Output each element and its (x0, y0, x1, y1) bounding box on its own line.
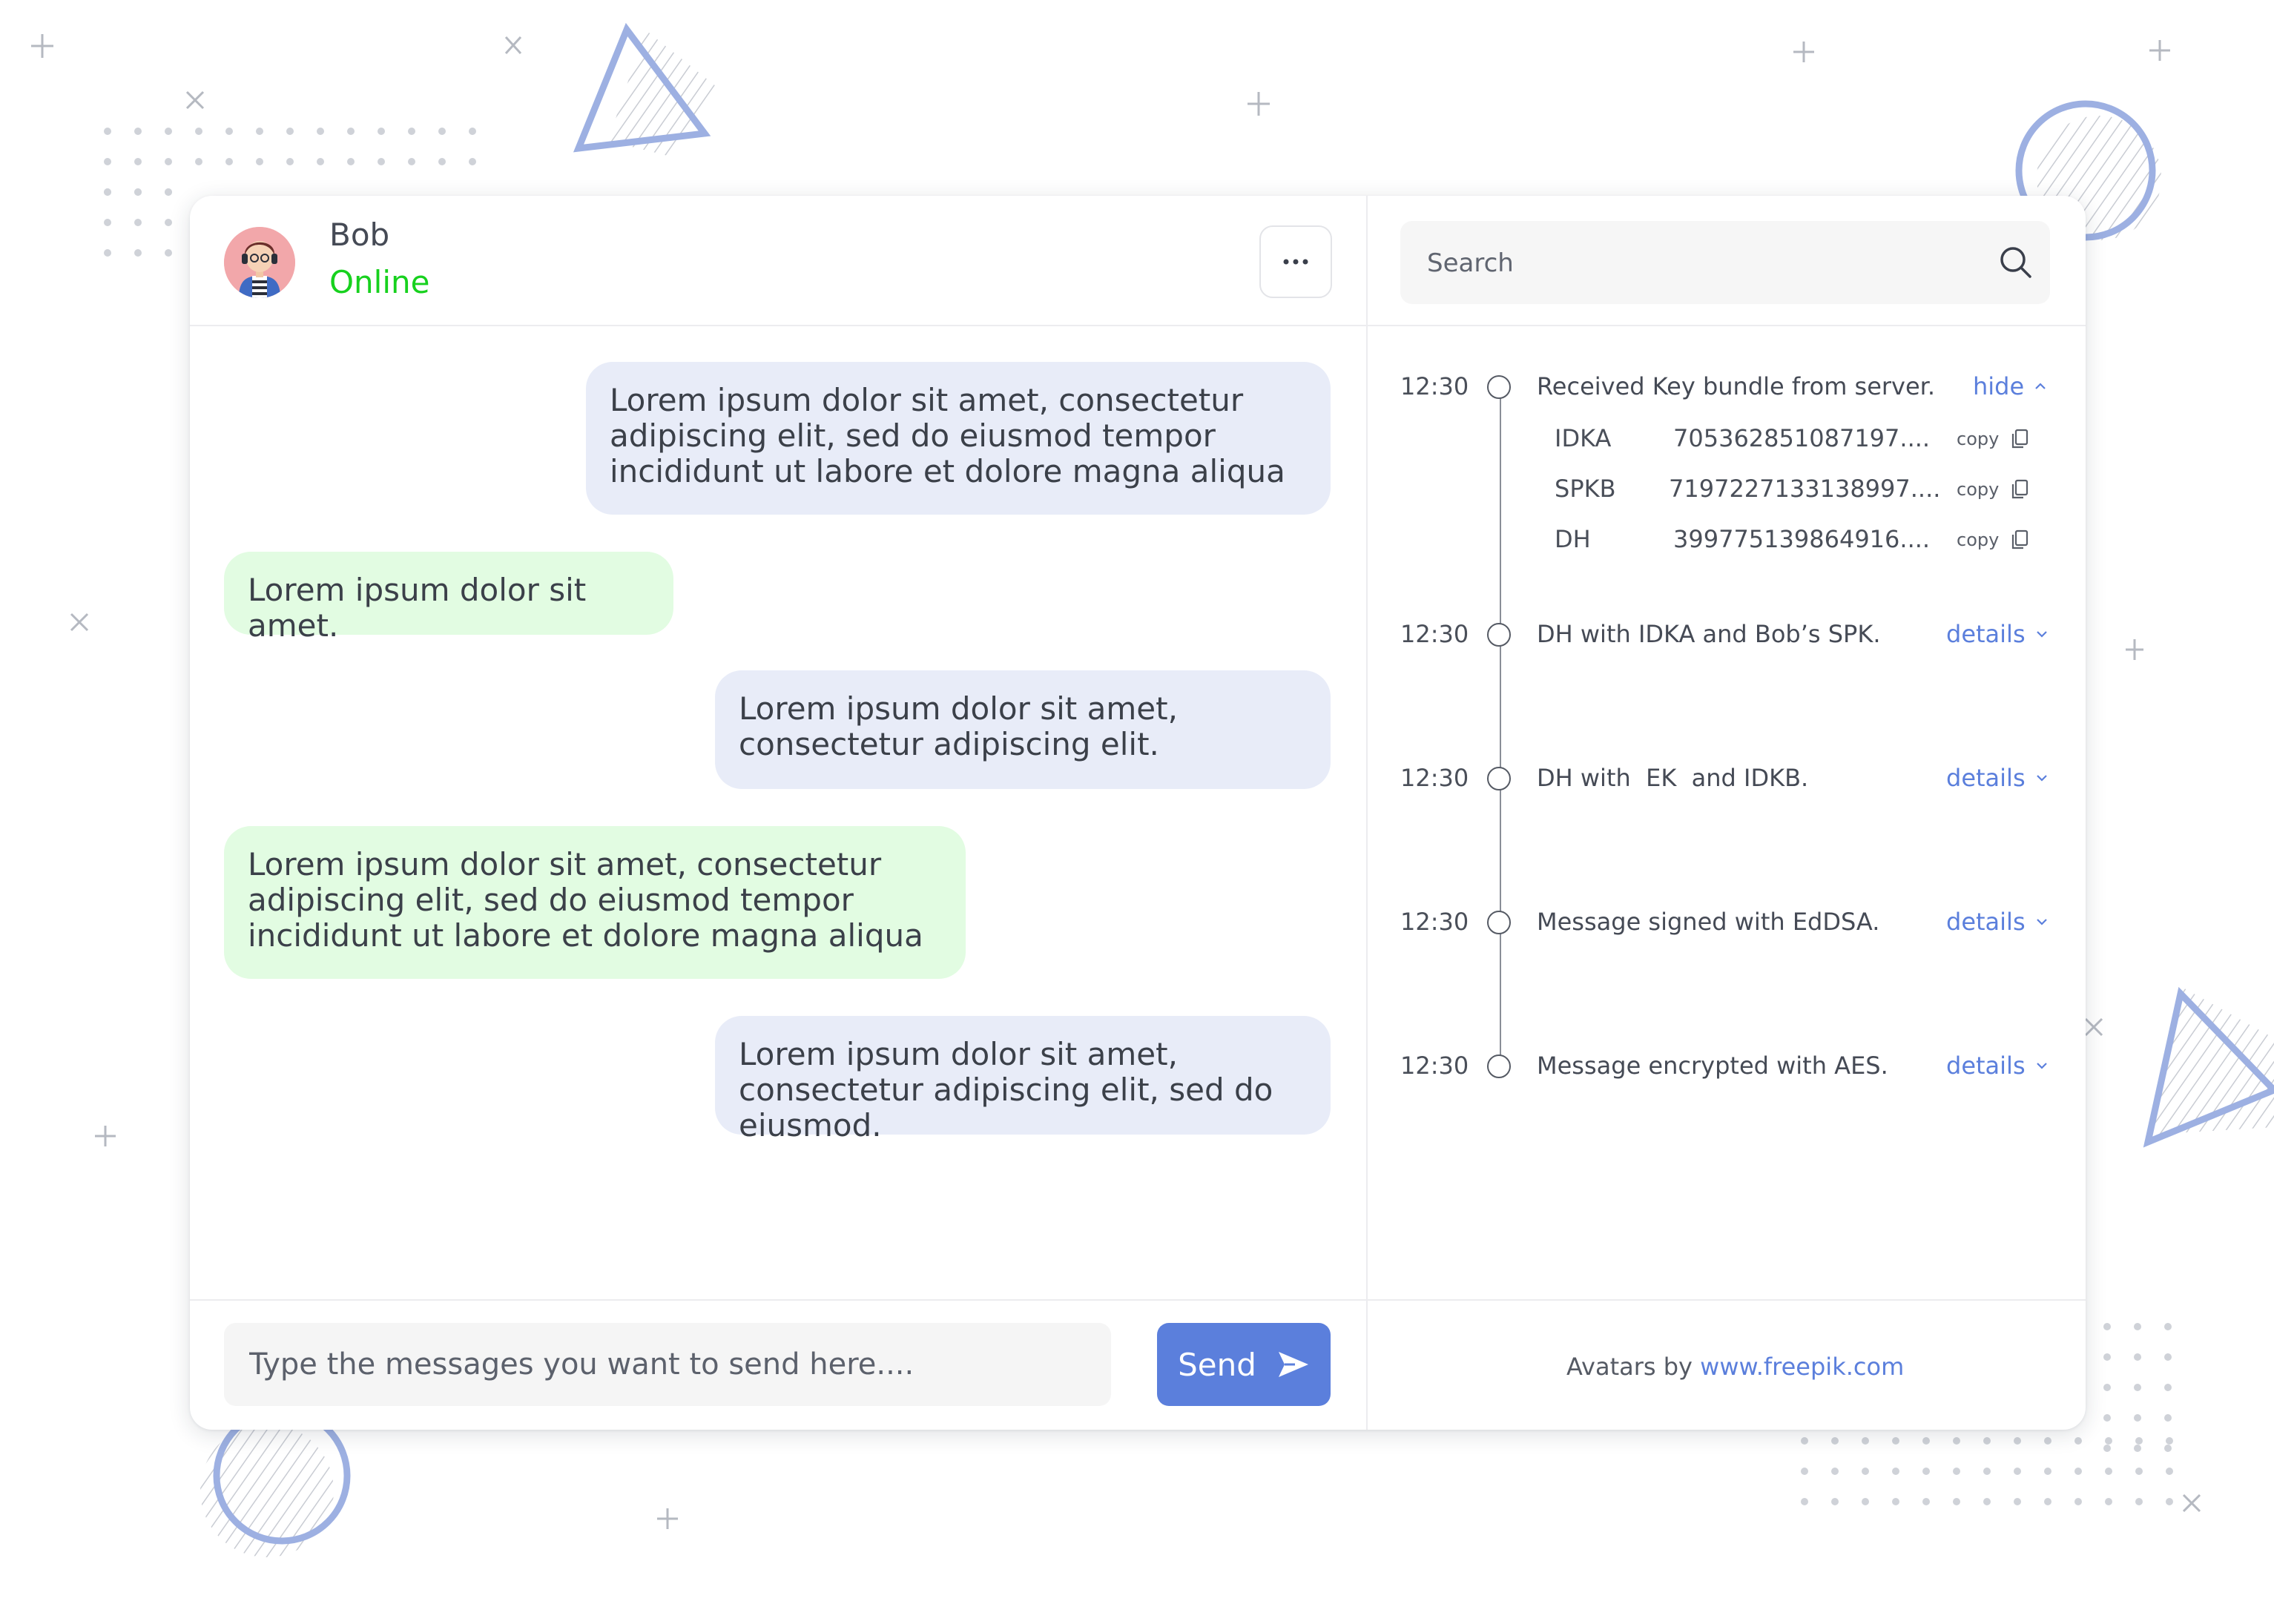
copy-icon (2012, 479, 2029, 499)
field-value: 705362851087197.... (1673, 424, 1931, 452)
details-label: details (1946, 620, 2026, 648)
field-key: IDKA (1555, 424, 1612, 452)
event-time: 12:30 (1400, 372, 1469, 400)
search-input[interactable] (1426, 221, 1977, 306)
avatar (224, 227, 295, 298)
timeline-line (1500, 387, 1501, 1069)
copy-button[interactable]: copy (1957, 429, 2029, 449)
hide-label: hide (1973, 372, 2025, 400)
footer-divider (190, 1299, 2086, 1301)
message-input[interactable] (224, 1323, 1111, 1406)
field-value: 7197227133138997.... (1669, 475, 1941, 503)
avatar-credit: Avatars by www.freepik.com (1566, 1353, 1904, 1381)
send-button-label: Send (1178, 1346, 1256, 1383)
event-text: DH with IDKA and Bob’s SPK. (1537, 620, 1881, 648)
message-outgoing: Lorem ipsum dolor sit amet, consectetur … (715, 1016, 1331, 1143)
field-value: 399775139864916.... (1673, 525, 1931, 553)
event-text: DH with EK and IDKB. (1537, 764, 1809, 792)
details-label: details (1946, 764, 2026, 792)
contact-name: Bob (329, 217, 390, 253)
copy-icon (2012, 529, 2029, 549)
chat-window: Bob Online Lorem ipsum dolor sit amet, c… (190, 196, 2086, 1430)
timeline-node (1487, 623, 1511, 647)
chevron-down-icon (2036, 919, 2047, 925)
header-divider (190, 325, 2086, 326)
details-toggle[interactable]: details (1946, 1052, 2048, 1080)
hide-toggle[interactable]: hide (1973, 372, 2046, 400)
event-time: 12:30 (1400, 1052, 1469, 1080)
message-incoming: Lorem ipsum dolor sit amet, consectetur … (224, 826, 966, 979)
more-options-button[interactable] (1259, 225, 1332, 298)
copy-label: copy (1957, 529, 2000, 550)
copy-label: copy (1957, 479, 2000, 500)
credit-prefix: Avatars by (1566, 1353, 1693, 1381)
field-key: DH (1555, 525, 1591, 553)
details-label: details (1946, 908, 2026, 936)
send-icon (1278, 1352, 1308, 1377)
event-text: Message signed with EdDSA. (1537, 908, 1880, 936)
send-button[interactable]: Send (1157, 1323, 1331, 1406)
details-toggle[interactable]: details (1946, 764, 2048, 792)
copy-button[interactable]: copy (1957, 529, 2029, 550)
timeline-node (1487, 767, 1511, 790)
search-icon[interactable] (1997, 243, 2035, 282)
event-text: Received Key bundle from server. (1537, 372, 1936, 400)
event-text: Message encrypted with AES. (1537, 1052, 1888, 1080)
event-time: 12:30 (1400, 908, 1469, 936)
chevron-down-icon (2036, 631, 2047, 638)
panel-divider (1366, 196, 1368, 1430)
timeline-node (1487, 375, 1511, 399)
details-label: details (1946, 1052, 2026, 1080)
timeline-node (1487, 911, 1511, 934)
details-toggle[interactable]: details (1946, 908, 2048, 936)
timeline-node (1487, 1054, 1511, 1078)
message-incoming: Lorem ipsum dolor sit amet. (224, 552, 673, 644)
chevron-up-icon (2035, 383, 2046, 389)
more-horizontal-icon (1283, 259, 1308, 265)
chevron-down-icon (2036, 775, 2047, 782)
freepik-link[interactable]: www.freepik.com (1700, 1353, 1904, 1381)
chevron-down-icon (2036, 1063, 2047, 1069)
contact-status: Online (329, 264, 430, 300)
message-outgoing: Lorem ipsum dolor sit amet, consectetur … (715, 670, 1331, 789)
field-key: SPKB (1555, 475, 1616, 503)
details-toggle[interactable]: details (1946, 620, 2048, 648)
event-time: 12:30 (1400, 764, 1469, 792)
search-box (1400, 221, 2050, 306)
message-outgoing: Lorem ipsum dolor sit amet, consectetur … (586, 362, 1331, 515)
copy-button[interactable]: copy (1957, 479, 2029, 500)
copy-icon (2012, 429, 2029, 449)
copy-label: copy (1957, 429, 2000, 449)
dot-grid (104, 188, 195, 280)
event-time: 12:30 (1400, 620, 1469, 648)
dot-grid (1801, 1437, 2196, 1528)
